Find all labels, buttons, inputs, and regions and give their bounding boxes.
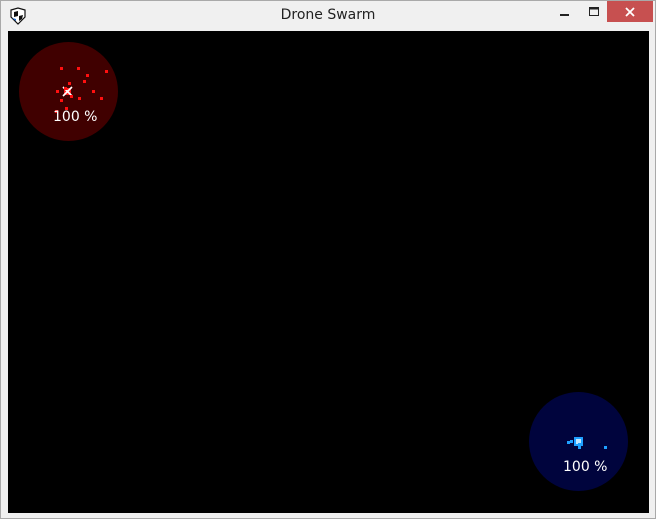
game-arena[interactable]: 100 % 100 % [8, 31, 649, 513]
title-bar[interactable]: Drone Swarm [1, 1, 655, 31]
drone [100, 97, 103, 100]
minimize-icon [560, 7, 570, 17]
drone [105, 70, 108, 73]
drone [70, 95, 73, 98]
close-button[interactable] [607, 1, 653, 22]
minimize-button[interactable] [550, 1, 580, 22]
red-health-label: 100 % [53, 109, 98, 125]
drone [64, 87, 67, 90]
drone [604, 446, 607, 449]
close-icon [625, 6, 635, 17]
drone [78, 97, 81, 100]
blue-health-label: 100 % [563, 459, 608, 475]
drone [92, 90, 95, 93]
drone [77, 67, 80, 70]
drone [86, 74, 89, 77]
maximize-button[interactable] [580, 1, 607, 22]
drone [578, 446, 581, 449]
drone [56, 90, 59, 93]
drone [60, 67, 63, 70]
app-window: Drone Swarm 100 % 100 % [0, 0, 656, 519]
drone [60, 99, 63, 102]
maximize-icon [588, 6, 599, 17]
drone [83, 80, 86, 83]
drone [68, 82, 71, 85]
drone [570, 440, 573, 443]
